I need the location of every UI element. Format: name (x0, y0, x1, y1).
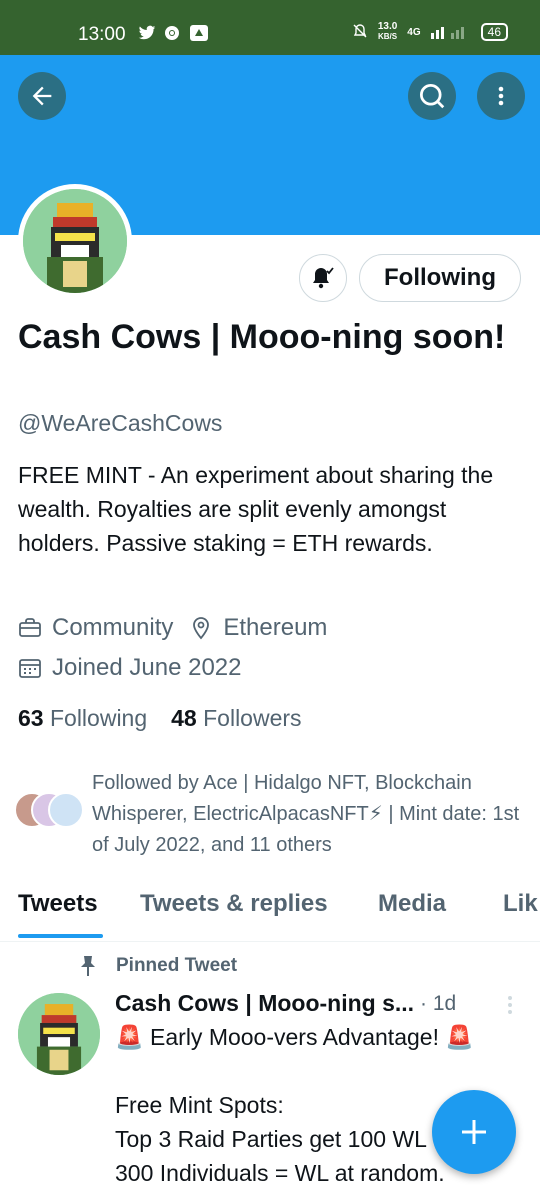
network-speed: 13.0 KB/S (377, 21, 398, 42)
tab-tweets-replies[interactable]: Tweets & replies (140, 890, 328, 918)
tweet-author-avatar[interactable] (18, 993, 100, 1075)
plus-icon (462, 1120, 486, 1144)
mute-icon (352, 23, 368, 42)
following-button[interactable]: Following (359, 254, 521, 302)
profile-location[interactable]: Ethereum (223, 614, 327, 642)
followed-by-text[interactable]: Followed by Ace | Hidalgo NFT, Blockchai… (92, 768, 532, 861)
avatar (48, 792, 84, 828)
back-button[interactable] (18, 72, 66, 120)
location-pin-icon (193, 617, 210, 640)
calendar-icon (19, 659, 41, 678)
twitter-icon (138, 25, 156, 41)
profile-category: Community (52, 614, 174, 641)
network-type: 4G (407, 26, 421, 38)
tweet-more-button[interactable] (505, 994, 515, 1021)
profile-joined: Joined June 2022 (52, 654, 242, 681)
profile-meta-row: Community Ethereum (18, 614, 327, 642)
profile-handle: @WeAreCashCows (18, 410, 223, 436)
followers-count-link[interactable]: 48 Followers (171, 705, 301, 732)
active-tab-indicator (18, 934, 103, 938)
following-count-link[interactable]: 63 Following (18, 705, 147, 732)
avatar-image (23, 189, 127, 293)
more-options-button[interactable] (477, 72, 525, 120)
tweet-header: Cash Cows | Mooo-ning s... · 1d (115, 990, 456, 1017)
profile-joined-row: Joined June 2022 (18, 654, 242, 682)
followed-by-avatars[interactable] (14, 792, 84, 832)
tab-tweets[interactable]: Tweets (18, 890, 98, 918)
signal-icon (430, 23, 471, 42)
profile-bio: FREE MINT - An experiment about sharing … (18, 462, 494, 556)
more-vertical-icon (508, 996, 512, 1014)
compose-tweet-button[interactable] (432, 1090, 516, 1174)
bell-check-icon (313, 267, 334, 289)
tab-likes[interactable]: Lik (503, 890, 538, 918)
battery-indicator: 46 (480, 23, 508, 41)
tweet-timestamp: · 1d (420, 991, 457, 1015)
follow-counts: 63 Following 48 Followers (18, 705, 302, 732)
profile-avatar[interactable] (18, 184, 132, 298)
drive-icon (190, 25, 208, 41)
status-time: 13:00 (78, 24, 126, 45)
notifications-bell-button[interactable] (299, 254, 347, 302)
briefcase-icon (19, 618, 41, 637)
more-vertical-icon (498, 86, 504, 106)
status-bar: 13:00 13.0 KB/S 4G 46 (0, 0, 540, 55)
pin-icon (81, 956, 95, 976)
arrow-left-icon (32, 86, 52, 106)
tab-media[interactable]: Media (378, 890, 446, 918)
tweet-author-name[interactable]: Cash Cows | Mooo-ning s... (115, 990, 414, 1017)
chrome-icon (164, 25, 182, 41)
pinned-tweet-label: Pinned Tweet (78, 955, 237, 977)
search-icon (420, 84, 445, 109)
search-button[interactable] (408, 72, 456, 120)
status-notification-icons (138, 25, 208, 41)
status-system-icons: 13.0 KB/S 4G 46 (352, 22, 508, 42)
profile-display-name: Cash Cows | Mooo-ning soon! (18, 318, 506, 356)
profile-tabs: Tweets Tweets & replies Media Lik (0, 872, 540, 942)
